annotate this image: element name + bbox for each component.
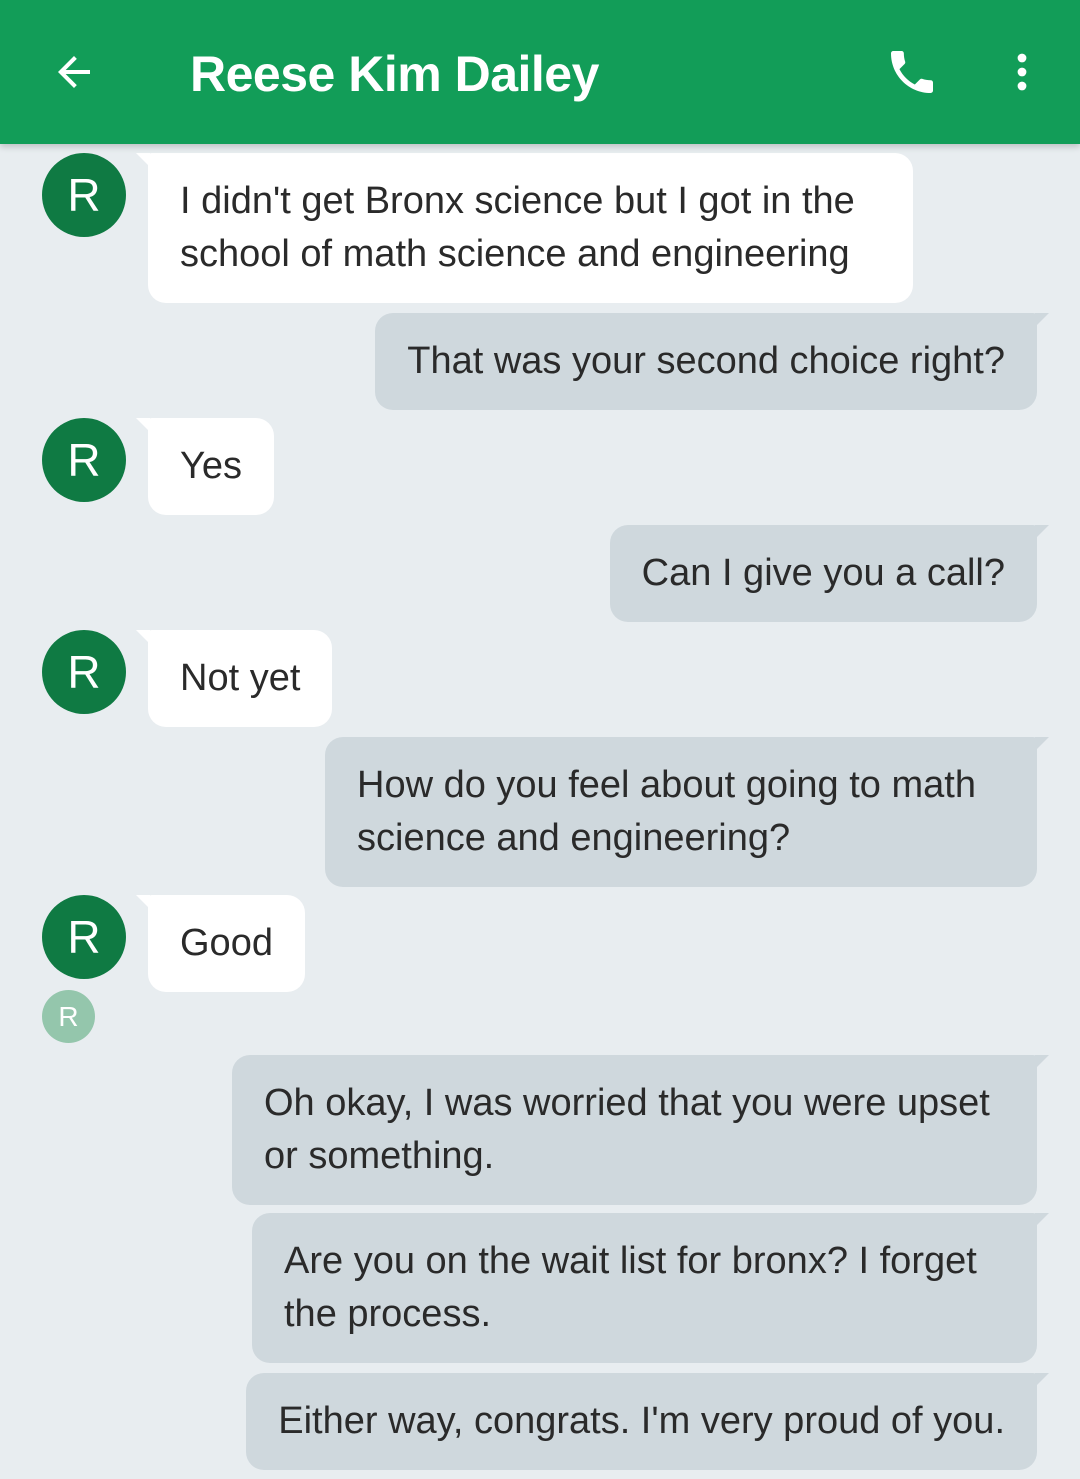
message-text: Oh okay, I was worried that you were ups… — [264, 1082, 990, 1177]
message-text: How do you feel about going to math scie… — [357, 764, 976, 859]
message-text: Good — [180, 922, 273, 964]
message-bubble-outgoing[interactable]: Can I give you a call? — [609, 525, 1050, 622]
more-options-button[interactable] — [992, 42, 1052, 102]
message-thread[interactable]: R I didn't get Bronx science but I got i… — [0, 144, 1080, 1479]
message-bubble-outgoing[interactable]: That was your second choice right? — [375, 313, 1049, 410]
app-bar: Reese Kim Dailey — [0, 0, 1080, 144]
avatar-letter: R — [67, 169, 101, 221]
avatar-letter: R — [67, 434, 101, 486]
read-receipt-avatar: R — [42, 990, 95, 1043]
message-bubble-incoming[interactable]: Not yet — [135, 630, 333, 727]
message-text: Either way, congrats. I'm very proud of … — [278, 1400, 1005, 1442]
message-bubble-incoming[interactable]: Yes — [136, 418, 274, 515]
message-text: Are you on the wait list for bronx? I fo… — [284, 1240, 977, 1335]
avatar-letter: R — [67, 646, 101, 698]
contact-avatar[interactable]: R — [42, 630, 126, 714]
message-text: Yes — [180, 445, 242, 487]
call-button[interactable] — [880, 40, 944, 104]
message-text: Can I give you a call? — [641, 552, 1005, 594]
message-bubble-incoming[interactable]: I didn't get Bronx science but I got in … — [136, 153, 913, 303]
contact-name: Reese Kim Dailey — [190, 46, 599, 102]
phone-icon — [891, 51, 933, 93]
message-bubble-outgoing[interactable]: Either way, congrats. I'm very proud of … — [246, 1373, 1049, 1470]
contact-avatar[interactable]: R — [42, 418, 126, 502]
message-bubble-outgoing[interactable]: Oh okay, I was worried that you were ups… — [232, 1055, 1049, 1205]
message-bubble-outgoing[interactable]: How do you feel about going to math scie… — [325, 737, 1049, 887]
message-text: Not yet — [180, 657, 301, 699]
more-vert-icon — [1017, 53, 1027, 91]
contact-avatar[interactable]: R — [42, 895, 126, 979]
arrow-back-icon — [58, 56, 90, 88]
message-text: I didn't get Bronx science but I got in … — [180, 180, 855, 275]
read-receipt-letter: R — [58, 1000, 79, 1032]
message-bubble-outgoing[interactable]: Are you on the wait list for bronx? I fo… — [252, 1213, 1049, 1363]
avatar-letter: R — [67, 911, 101, 963]
message-text: That was your second choice right? — [407, 340, 1005, 382]
contact-avatar[interactable]: R — [42, 153, 126, 237]
message-bubble-incoming[interactable]: Good — [136, 895, 305, 992]
back-button[interactable] — [44, 42, 104, 102]
